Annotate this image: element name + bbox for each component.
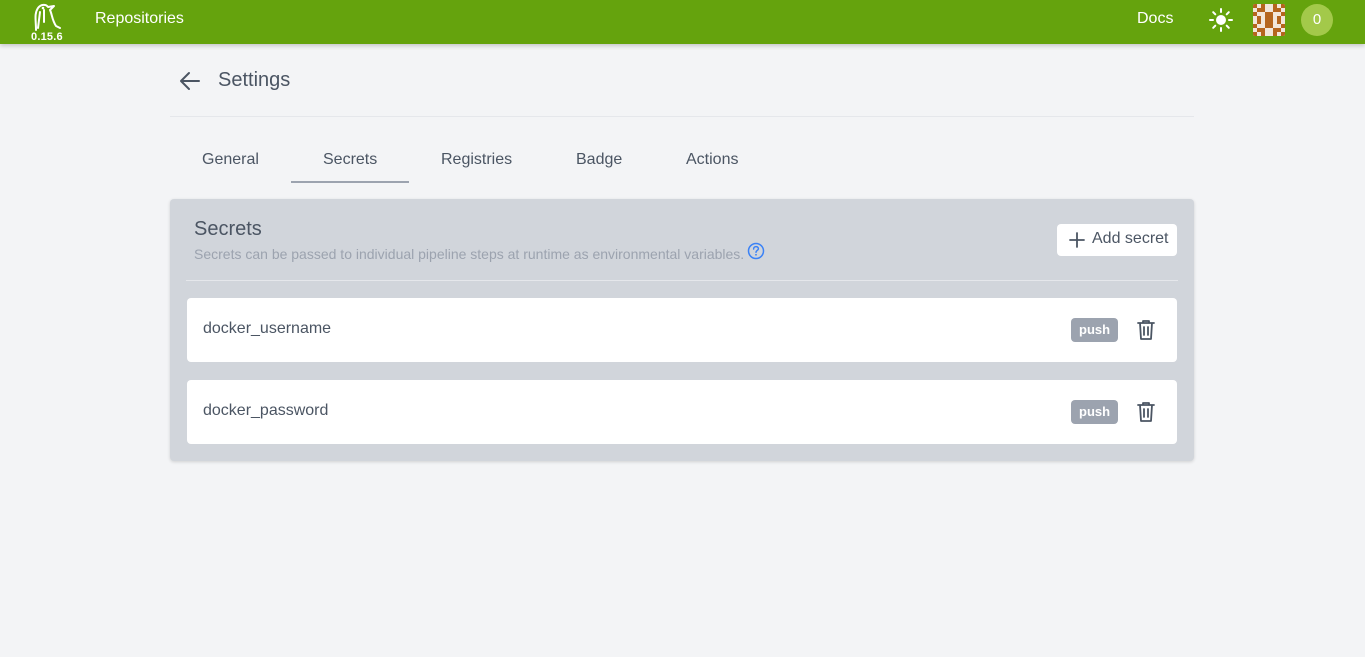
woodpecker-logo-icon [34,3,61,31]
secret-name: docker_password [203,402,329,419]
list-item: docker_password push [187,380,1177,444]
trash-icon [1137,320,1155,340]
list-item: docker_username push [187,298,1177,362]
version-label: 0.15.6 [31,31,63,43]
question-circle-icon[interactable] [747,242,765,260]
secrets-panel: Secrets Secrets can be passed to individ… [170,199,1194,461]
top-navbar: 0.15.6 Repositories Docs 0 [0,0,1365,44]
arrow-left-icon [180,72,200,90]
trash-icon [1137,402,1155,422]
event-badge: push [1071,318,1119,342]
back-button[interactable] [177,68,203,94]
nav-repositories-link[interactable]: Repositories [95,10,184,28]
panel-description: Secrets can be passed to individual pipe… [194,246,745,262]
panel-divider [186,280,1178,281]
tab-registries[interactable]: Registries [441,151,512,169]
panel-title: Secrets [194,218,262,240]
nav-docs-link[interactable]: Docs [1137,10,1173,28]
tab-secrets[interactable]: Secrets [323,151,377,169]
header-divider [170,116,1194,117]
notification-badge[interactable]: 0 [1301,4,1333,36]
theme-toggle-button[interactable] [1208,7,1234,33]
page-title: Settings [218,69,291,91]
add-secret-label: Add secret [1092,230,1169,247]
tab-actions[interactable]: Actions [686,151,738,169]
woodpecker-logo[interactable]: 0.15.6 [28,2,68,43]
tab-badge[interactable]: Badge [576,151,622,169]
avatar[interactable] [1253,4,1285,36]
event-badge: push [1071,400,1119,424]
delete-secret-button[interactable] [1136,319,1156,341]
sun-icon [1209,8,1233,32]
plus-icon [1069,232,1085,248]
secret-name: docker_username [203,320,332,337]
tab-general[interactable]: General [202,151,259,169]
active-tab-indicator [291,181,409,183]
delete-secret-button[interactable] [1136,401,1156,423]
add-secret-button[interactable]: Add secret [1057,224,1177,256]
